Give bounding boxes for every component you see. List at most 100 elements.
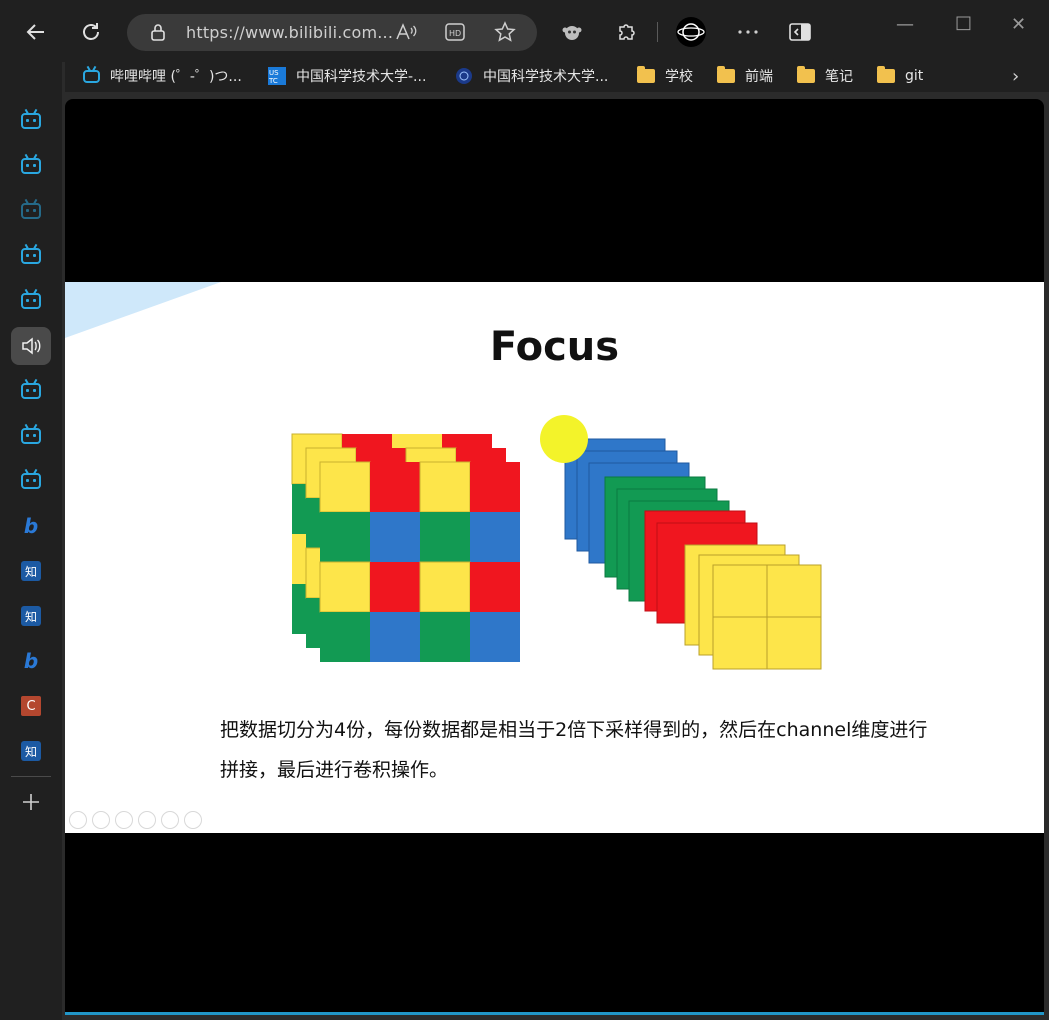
extension-tampermonkey-button[interactable]: [556, 16, 588, 48]
plus-icon: [23, 794, 39, 810]
url-text[interactable]: https://www.bilibili.com...: [186, 23, 393, 42]
sidebar-item-bilibili[interactable]: [11, 462, 51, 500]
bookmark-ustc-2[interactable]: 中国科学技术大学...: [455, 62, 608, 90]
slide-navigation-tools: [69, 811, 202, 829]
pen-icon[interactable]: [115, 811, 133, 829]
focus-input-grid-illustration: [291, 433, 520, 662]
sidebar-toggle-icon: [789, 23, 811, 41]
sidebar-item-bing[interactable]: b: [11, 642, 51, 680]
zoom-icon[interactable]: [161, 811, 179, 829]
video-progress-fill: [65, 1012, 1044, 1015]
next-slide-icon[interactable]: [92, 811, 110, 829]
bookmark-folder-frontend[interactable]: 前端: [717, 62, 773, 90]
copy-icon[interactable]: [138, 811, 156, 829]
lecture-slide: Focus 把数据切分为4份，每份数据都是相当于2倍下采样得到的，然后在chan…: [65, 282, 1044, 833]
bookmark-label: 笔记: [825, 69, 853, 85]
folder-icon: [637, 66, 655, 85]
bookmark-bilibili[interactable]: 哔哩哔哩 (゜-゜)つ...: [82, 62, 242, 90]
maximize-button[interactable]: □: [955, 12, 972, 33]
sidebar-item-active-audio[interactable]: [11, 327, 51, 365]
svg-text:TC: TC: [268, 77, 278, 85]
lock-icon[interactable]: [146, 20, 170, 44]
hd-icon[interactable]: HD: [443, 20, 467, 44]
refresh-icon: [83, 23, 99, 40]
bookmark-label: git: [905, 68, 924, 84]
speaker-icon: [22, 337, 41, 355]
bookmarks-overflow-chevron-icon[interactable]: ›: [1012, 62, 1019, 90]
browser-window: https://www.bilibili.com... HD — □ ✕ 哔哩哔…: [0, 0, 1049, 1020]
extensions-button[interactable]: [611, 16, 643, 48]
sidebar-item-zhihu[interactable]: 知: [11, 732, 51, 770]
zhihu-icon: 知: [21, 561, 41, 581]
bookmarks-bar: 哔哩哔哩 (゜-゜)つ... US TC 中国科学技术大学-... 中国科学技术大…: [65, 62, 1049, 92]
bilibili-icon: [21, 113, 41, 129]
avatar-planet-icon: [676, 17, 706, 47]
close-button[interactable]: ✕: [1011, 14, 1026, 35]
sidebar-toggle-button[interactable]: [784, 16, 816, 48]
zhihu-icon: 知: [21, 606, 41, 626]
browser-toolbar: https://www.bilibili.com... HD — □ ✕: [0, 0, 1049, 62]
laser-pointer-highlight: [540, 415, 588, 463]
toolbar-divider: [657, 22, 658, 42]
refresh-button[interactable]: [75, 16, 107, 48]
caption-line: 把数据切分为4份，每份数据都是相当于2倍下采样得到的，然后在channel维度进…: [220, 719, 928, 741]
bilibili-icon: [21, 203, 41, 219]
bookmark-label: 学校: [665, 69, 693, 85]
sidebar-item-bilibili[interactable]: [11, 372, 51, 410]
focus-output-slices-illustration: [564, 438, 822, 670]
bing-icon: b: [23, 649, 39, 673]
sidebar-item-bilibili[interactable]: [11, 417, 51, 455]
caption-line: 拼接，最后进行卷积操作。: [220, 759, 449, 781]
bookmark-ustc[interactable]: US TC 中国科学技术大学-...: [268, 62, 426, 90]
video-progress-bar[interactable]: [65, 1012, 1044, 1015]
vertical-sidebar: b 知 知 b C 知: [0, 62, 62, 1020]
bing-icon: b: [23, 514, 39, 538]
bilibili-icon: [21, 473, 41, 489]
video-player[interactable]: Focus 把数据切分为4份，每份数据都是相当于2倍下采样得到的，然后在chan…: [65, 99, 1044, 1015]
more-options-button[interactable]: [732, 16, 764, 48]
prev-slide-icon[interactable]: [69, 811, 87, 829]
sidebar-item-bilibili[interactable]: [11, 282, 51, 320]
bookmark-folder-notes[interactable]: 笔记: [797, 62, 853, 90]
bookmark-label: 中国科学技术大学...: [483, 69, 609, 85]
favorite-star-icon[interactable]: [493, 20, 517, 44]
csdn-icon: C: [21, 696, 41, 716]
folder-icon: [797, 66, 815, 85]
bookmark-folder-git[interactable]: git: [877, 62, 923, 90]
bookmark-folder-school[interactable]: 学校: [637, 62, 693, 90]
bilibili-icon: [21, 158, 41, 174]
puzzle-icon: [619, 24, 635, 40]
read-aloud-icon[interactable]: [394, 20, 418, 44]
folder-icon: [877, 66, 895, 85]
sidebar-item-bing[interactable]: b: [11, 507, 51, 545]
svg-text:US: US: [269, 69, 279, 77]
zhihu-icon: 知: [21, 741, 41, 761]
slide-caption: 把数据切分为4份，每份数据都是相当于2倍下采样得到的，然后在channel维度进…: [220, 710, 980, 790]
bilibili-icon: [82, 67, 100, 85]
sidebar-item-bilibili[interactable]: [11, 192, 51, 230]
bookmark-label: 前端: [745, 69, 773, 85]
sidebar-divider: [11, 776, 51, 777]
sidebar-item-bilibili[interactable]: [11, 147, 51, 185]
ustc-icon: US TC: [268, 67, 286, 85]
sidebar-item-bilibili[interactable]: [11, 102, 51, 140]
bookmark-label: 哔哩哔哩 (゜-゜)つ...: [110, 69, 242, 85]
back-button[interactable]: [20, 16, 52, 48]
sidebar-item-zhihu[interactable]: 知: [11, 597, 51, 635]
stacked-layer-front: [319, 461, 520, 662]
sidebar-item-bilibili[interactable]: [11, 237, 51, 275]
more-icon[interactable]: [184, 811, 202, 829]
bilibili-icon: [21, 383, 41, 399]
ustc-globe-icon: [455, 67, 473, 85]
minimize-button[interactable]: —: [896, 14, 914, 35]
address-bar[interactable]: https://www.bilibili.com... HD: [127, 14, 537, 51]
bilibili-icon: [21, 428, 41, 444]
sidebar-item-zhihu[interactable]: 知: [11, 552, 51, 590]
sidebar-item-csdn[interactable]: C: [11, 687, 51, 725]
slice-yellow: [684, 544, 822, 670]
bilibili-icon: [21, 248, 41, 264]
bilibili-icon: [21, 293, 41, 309]
profile-avatar[interactable]: [675, 16, 707, 48]
svg-text:HD: HD: [449, 29, 461, 38]
sidebar-add-button[interactable]: [11, 783, 51, 821]
